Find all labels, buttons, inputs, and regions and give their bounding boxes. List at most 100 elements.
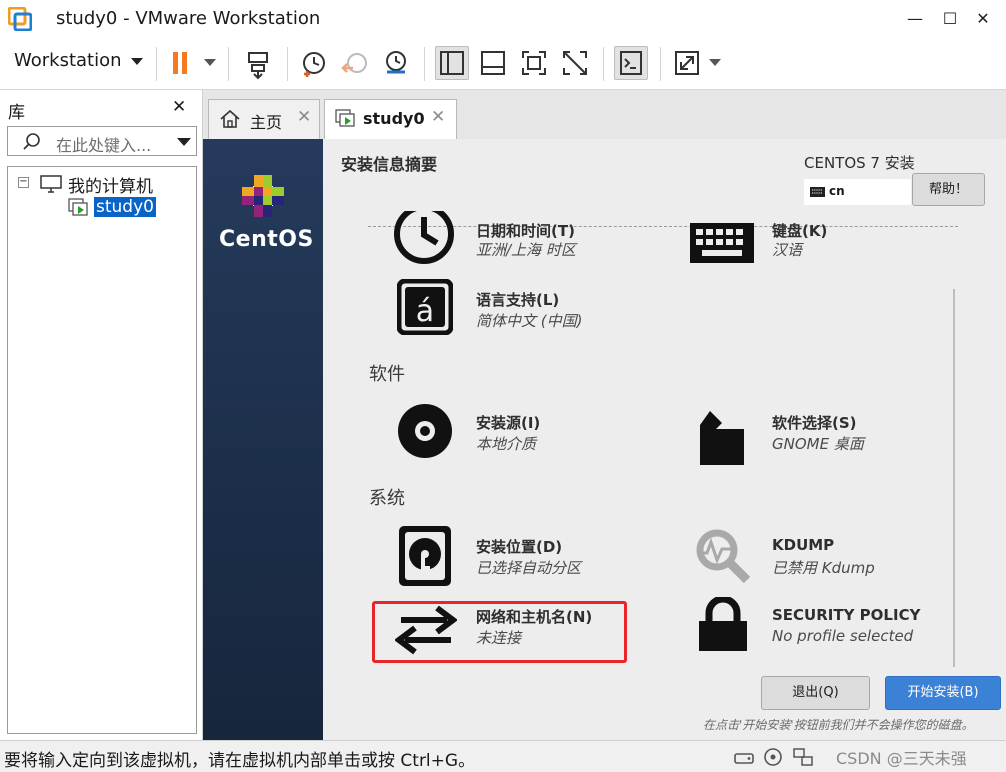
- send-keys-icon: [248, 52, 268, 80]
- source-spoke-status: 本地介质: [476, 435, 537, 453]
- maximize-button[interactable]: ☐: [935, 6, 965, 32]
- tab-home-label: 主页: [250, 113, 283, 132]
- harddisk-icon[interactable]: [397, 524, 453, 588]
- take-snapshot-button[interactable]: [297, 46, 331, 80]
- keyboard-small-icon: [810, 187, 825, 197]
- workstation-menu-caret-icon[interactable]: [131, 58, 143, 65]
- pause-button[interactable]: [165, 46, 199, 80]
- installer-sidebar: CentOS: [203, 139, 323, 740]
- help-button[interactable]: 帮助！: [912, 173, 985, 206]
- pause-menu-caret-icon[interactable]: [204, 59, 216, 66]
- hard-disk-status-icon[interactable]: [733, 746, 755, 768]
- software-spoke-status: GNOME 桌面: [772, 435, 864, 453]
- library-search-input[interactable]: 在此处键入...: [56, 132, 151, 156]
- disc-icon[interactable]: [397, 403, 453, 459]
- vm-running-icon: [68, 198, 88, 216]
- unity-button[interactable]: [558, 46, 592, 80]
- centos-brand-text: CentOS: [219, 227, 314, 252]
- stretch-button[interactable]: [670, 46, 704, 80]
- thumbnail-bar-button[interactable]: [476, 46, 510, 80]
- stretch-icon: [675, 51, 699, 75]
- computer-icon: [40, 175, 62, 193]
- snapshot-manager-button[interactable]: [379, 46, 413, 80]
- kdump-spoke-title[interactable]: KDUMP: [772, 536, 834, 554]
- revert-snapshot-icon: [341, 53, 367, 73]
- window-title: study0 - VMware Workstation: [56, 8, 321, 29]
- tab-home[interactable]: 主页 ✕: [208, 99, 320, 139]
- vm-display[interactable]: CentOS 安装信息摘要 CENTOS 7 安装 cn 帮助！ 日期和时间(T…: [203, 139, 1006, 740]
- toolbar-divider: [660, 47, 661, 81]
- toolbar-divider: [424, 47, 425, 81]
- tab-home-close-icon[interactable]: ✕: [297, 107, 311, 127]
- annotation-highlight-box: [372, 601, 627, 663]
- tab-study0-label: study0: [363, 109, 425, 128]
- package-icon[interactable]: [700, 411, 744, 465]
- toolbar-divider: [156, 47, 157, 81]
- snapshot-icon: [303, 52, 325, 77]
- toolbar-divider: [287, 47, 288, 81]
- tree-item-study0[interactable]: study0: [93, 196, 157, 218]
- keyboard-spoke-status: 汉语: [772, 241, 803, 259]
- security-spoke-title[interactable]: SECURITY POLICY: [772, 606, 920, 624]
- scrollbar[interactable]: [953, 289, 955, 667]
- console-button[interactable]: [614, 46, 648, 80]
- tab-bar: 主页 ✕ study0 ✕: [203, 90, 1006, 139]
- library-search-box[interactable]: 在此处键入...: [7, 126, 197, 156]
- language-spoke-status: 简体中文 (中国): [476, 312, 583, 330]
- workstation-menu[interactable]: Workstation: [14, 50, 122, 71]
- pause-icon: [173, 52, 187, 74]
- destination-spoke-title[interactable]: 安装位置(D): [476, 536, 562, 557]
- toolbar-divider: [603, 47, 604, 81]
- keyboard-icon[interactable]: [690, 223, 754, 263]
- destination-spoke-status: 已选择自动分区: [476, 559, 582, 577]
- library-pane: 库 ✕ 在此处键入... − 我的计算机 study0: [0, 90, 203, 740]
- unity-icon: [563, 51, 587, 75]
- keyboard-layout-label: cn: [829, 184, 845, 198]
- begin-installation-button[interactable]: 开始安装(B): [885, 676, 1001, 710]
- installation-summary: 安装信息摘要 CENTOS 7 安装 cn 帮助！ 日期和时间(T) 亚洲/上海…: [323, 139, 1006, 740]
- show-library-button[interactable]: [435, 46, 469, 80]
- search-icon: [23, 133, 40, 150]
- product-title: CENTOS 7 安装: [804, 154, 915, 172]
- csdn-watermark: CSDN @三天未强: [836, 749, 967, 768]
- software-spoke-title[interactable]: 软件选择(S): [772, 412, 857, 433]
- revert-snapshot-button[interactable]: [338, 46, 372, 80]
- status-message: 要将输入定向到该虚拟机，请在虚拟机内部单击或按 Ctrl+G。: [4, 751, 476, 771]
- full-screen-button[interactable]: [517, 46, 551, 80]
- tab-study0[interactable]: study0 ✕: [324, 99, 457, 139]
- tab-study0-close-icon[interactable]: ✕: [431, 107, 445, 127]
- library-close-icon[interactable]: ✕: [172, 97, 186, 117]
- stretch-menu-caret-icon[interactable]: [709, 59, 721, 66]
- tree-item-my-computer[interactable]: 我的计算机: [68, 172, 153, 197]
- security-spoke-status: No profile selected: [772, 627, 914, 645]
- lock-icon[interactable]: [697, 597, 749, 651]
- cd-dvd-status-icon[interactable]: [762, 746, 784, 768]
- scroll-edge-divider: [368, 226, 958, 227]
- search-dropdown-icon[interactable]: [177, 138, 191, 146]
- send-ctrl-alt-del-button[interactable]: [242, 46, 276, 80]
- language-icon[interactable]: á: [397, 279, 453, 335]
- close-button[interactable]: ✕: [968, 6, 998, 32]
- kdump-search-icon[interactable]: [695, 528, 751, 584]
- kdump-spoke-status: 已禁用 Kdump: [772, 559, 875, 577]
- library-title: 库: [8, 103, 25, 123]
- keyboard-spoke-title[interactable]: 键盘(K): [772, 220, 827, 241]
- snapshot-manager-icon: [386, 51, 406, 74]
- centos-logo-icon: [242, 175, 284, 217]
- svg-text:á: á: [416, 294, 434, 329]
- network-adapter-status-icon[interactable]: [792, 746, 814, 768]
- language-spoke-title[interactable]: 语言支持(L): [476, 289, 559, 310]
- console-view-icon: [440, 51, 464, 75]
- tree-collapse-toggle[interactable]: −: [18, 177, 29, 188]
- quit-button[interactable]: 退出(Q): [761, 676, 870, 710]
- section-system: 系统: [369, 488, 405, 509]
- vmware-app-icon: [8, 7, 32, 31]
- toolbar: Workstation: [0, 38, 1006, 90]
- datetime-spoke-title[interactable]: 日期和时间(T): [476, 220, 575, 241]
- minimize-button[interactable]: —: [900, 6, 930, 32]
- source-spoke-title[interactable]: 安装源(I): [476, 412, 540, 433]
- single-window-icon: [481, 51, 505, 75]
- keyboard-layout-indicator[interactable]: cn: [804, 179, 911, 205]
- clock-icon[interactable]: [393, 211, 455, 267]
- title-bar: study0 - VMware Workstation — ☐ ✕: [0, 0, 1006, 38]
